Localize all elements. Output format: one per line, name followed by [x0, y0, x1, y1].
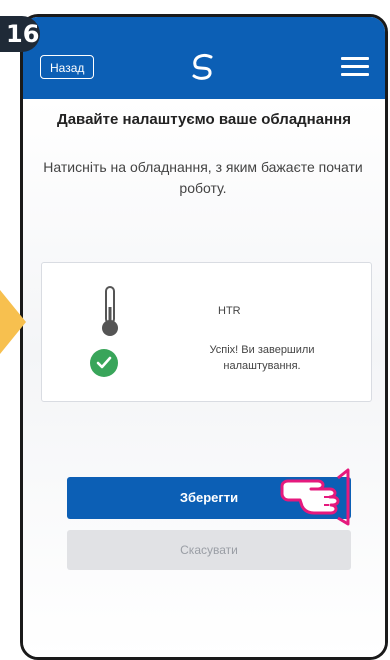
- status-message: Успіх! Ви завершили налаштування.: [209, 344, 315, 372]
- app-header: Назад: [23, 17, 385, 99]
- phone-frame: Назад Давайте налаштуємо ваше обладнання…: [20, 14, 388, 660]
- checkmark-circle-icon: [90, 349, 118, 377]
- side-arrow-icon: [0, 290, 26, 354]
- cancel-button[interactable]: Скасувати: [67, 530, 351, 570]
- thermometer-icon: [102, 286, 118, 336]
- salus-logo-icon: [192, 53, 213, 80]
- back-button[interactable]: Назад: [40, 55, 95, 79]
- page-subtitle: Натисніть на обладнання, з яким бажаєте …: [43, 159, 363, 196]
- hand-pointer-icon: [280, 468, 350, 526]
- page-title: Давайте налаштуємо ваше обладнання: [57, 111, 351, 128]
- step-badge: 16: [0, 16, 40, 52]
- hamburger-menu-icon[interactable]: [341, 57, 369, 77]
- device-card[interactable]: HTR Успіх! Ви завершили налаштування.: [41, 262, 372, 402]
- device-name: HTR: [218, 305, 241, 317]
- main-content: Давайте налаштуємо ваше обладнання Натис…: [23, 99, 385, 657]
- step-number: 16: [6, 20, 40, 48]
